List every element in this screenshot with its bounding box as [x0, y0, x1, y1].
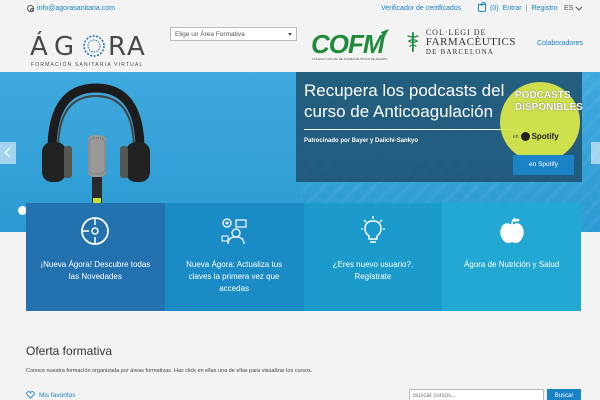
- svg-text:Á: Á: [30, 30, 50, 61]
- separator: |: [525, 4, 528, 12]
- user-settings-icon: [221, 218, 247, 245]
- email-text: info@agorasanitaria.com: [37, 5, 115, 12]
- slider-next-arrow[interactable]: [591, 142, 600, 164]
- agora-subtitle: FORMACIÓN SANITARIA VIRTUAL: [31, 62, 144, 68]
- feature-label: Nueva Ágora: Actualiza tus claves la pri…: [186, 260, 283, 293]
- cart-icon[interactable]: [478, 2, 486, 12]
- agora-logo[interactable]: Á G RA FORMACIÓN SANITARIA VIRTUAL: [30, 29, 154, 69]
- top-bar: info@agorasanitaria.com Verificador de c…: [0, 0, 600, 20]
- slider-prev-arrow[interactable]: [0, 142, 16, 164]
- login-link[interactable]: Entrar: [503, 5, 522, 12]
- feature-card-nutrition[interactable]: Ágora de Nutrición y Salud: [442, 203, 581, 311]
- agora-logo-graphic: Á G RA: [30, 30, 147, 61]
- feature-card-register[interactable]: ¿Eres nuevo usuario?. Regístrate: [303, 203, 443, 311]
- svg-text:COFM: COFM: [311, 29, 386, 58]
- apple-icon: [499, 217, 524, 244]
- search-button[interactable]: Buscar: [547, 389, 581, 400]
- hero-sponsor: Patrocinado por Bayer y Daiichi-Sankyo: [304, 138, 419, 144]
- colegi-line-3: DE BARCELONA: [425, 48, 495, 56]
- lightbulb-icon: [360, 216, 385, 243]
- area-select-value: Elige un Área Formativa: [175, 31, 245, 38]
- cofm-logo-graphic: COFM: [311, 29, 389, 59]
- svg-text:G: G: [54, 32, 76, 61]
- feature-label: Ágora de Nutrición y Salud: [464, 260, 560, 269]
- spotify-icon: [520, 132, 530, 141]
- language-label: ES: [564, 5, 574, 12]
- feature-card-update-credentials[interactable]: Nueva Ágora: Actualiza tus claves la pri…: [164, 203, 304, 311]
- chevron-down-icon: [575, 3, 583, 11]
- spotify-mark: en Spotify: [513, 132, 559, 141]
- colegi-logo[interactable]: COL·LEGI DE FARMACÈUTICS DE BARCELONA: [404, 29, 516, 63]
- badge-platform: Spotify: [531, 132, 559, 141]
- collaborators-link[interactable]: Colaboradores: [537, 40, 583, 47]
- feature-label: ¿Eres nuevo usuario?. Regístrate: [332, 260, 414, 281]
- language-selector[interactable]: ES: [564, 3, 583, 12]
- certificate-verifier-link[interactable]: Verificador de certificados: [381, 5, 461, 12]
- course-search-input[interactable]: [409, 389, 544, 400]
- area-select[interactable]: Elige un Área Formativa: [170, 27, 297, 41]
- header: Á G RA FORMACIÓN SANITARIA VIRTUAL Elige…: [0, 20, 600, 72]
- favorites-label: Mis favoritos: [39, 391, 76, 399]
- cofm-logo[interactable]: COFM COLEGIO OFICIAL DE FARMACÉUTICOS DE…: [311, 28, 393, 62]
- feature-label: ¡Nueva Ágora! Descubre todas las Novedad…: [40, 260, 151, 281]
- section-title: Oferta formativa: [26, 344, 113, 358]
- spotify-button[interactable]: en Spotify: [513, 155, 574, 175]
- colegi-line-2: FARMACÈUTICS: [425, 36, 516, 48]
- feature-card-news[interactable]: ¡Nueva Ágora! Descubre todas las Novedad…: [26, 203, 165, 311]
- compass-icon: [81, 217, 110, 245]
- pharmacy-cross-icon: [407, 32, 419, 52]
- favorites-link[interactable]: Mis favoritos: [26, 391, 75, 399]
- badge-prefix: en: [513, 133, 519, 140]
- cofm-subtitle: COLEGIO OFICIAL DE FARMACÉUTICOS DE MADR…: [312, 57, 388, 61]
- email-link[interactable]: info@agorasanitaria.com: [27, 5, 115, 12]
- colegi-text: COL·LEGI DE FARMACÈUTICS DE BARCELONA: [426, 29, 516, 63]
- register-link[interactable]: Registro: [531, 5, 557, 12]
- dropdown-arrow-icon: [288, 33, 292, 36]
- section-description: Conoce nuestra formación organizada por …: [26, 368, 313, 374]
- at-icon: [27, 5, 34, 12]
- cart-count[interactable]: (0): [490, 5, 499, 12]
- heart-icon: [26, 391, 35, 399]
- cart-area: (0) Entrar | Registro: [478, 2, 558, 12]
- feature-cards: ¡Nueva Ágora! Descubre todas las Novedad…: [26, 203, 581, 311]
- svg-text:RA: RA: [108, 32, 147, 61]
- badge-text: PODCASTS DISPONIBLES: [515, 90, 583, 113]
